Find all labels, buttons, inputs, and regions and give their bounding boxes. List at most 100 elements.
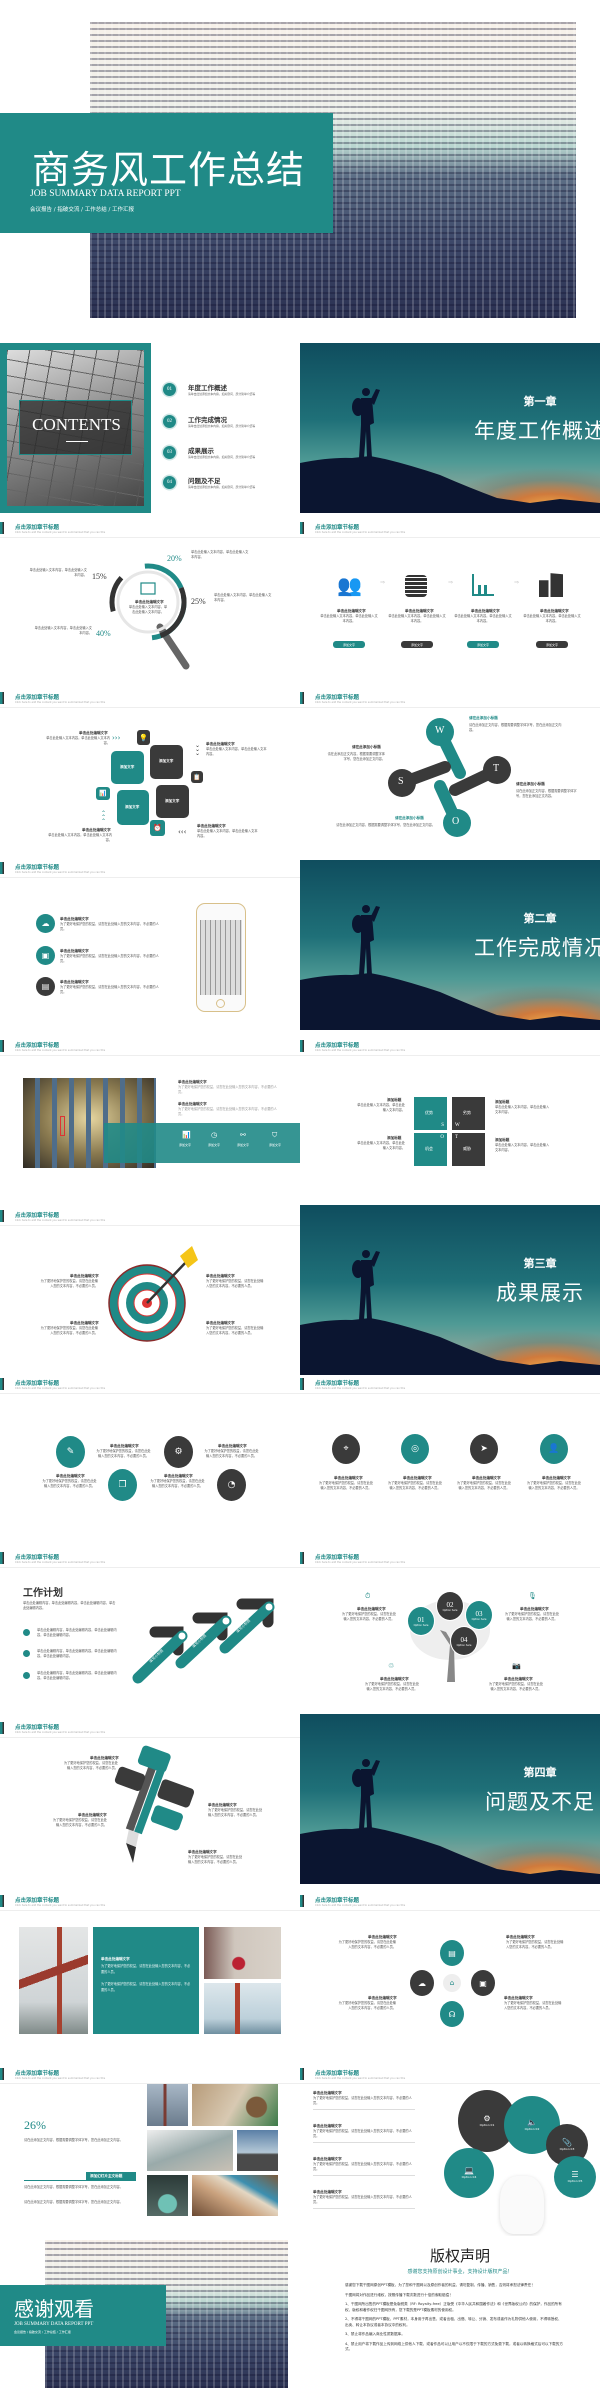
- header-subtitle: Click here to add the content you want t…: [15, 871, 106, 874]
- add-text-button[interactable]: 添加文字: [467, 641, 499, 648]
- divider: [313, 2175, 415, 2176]
- text-block: 单击此处输入文本内容，单击此处输入文本内容。: [206, 747, 267, 756]
- chapter-number: 第三章: [523, 1257, 557, 1270]
- gallery-photo: [192, 2175, 278, 2216]
- contents-box: CONTENTS: [19, 400, 132, 455]
- bubble-label: Option 03: [559, 2147, 575, 2151]
- text-block: 为了更好地保护您的权益，请您在此处输入您的文本内容，不必要的人员。: [313, 2162, 412, 2171]
- text-block: 单击此处输入文本内容，单击此处输入文本内容。: [29, 568, 87, 577]
- toc-item-label[interactable]: 成果展示: [188, 445, 214, 455]
- slide-pencil: 点击添加章节标题 Click here to add the content yo…: [0, 1720, 300, 1890]
- compass-icon: ⌖: [332, 1434, 360, 1464]
- contents-heading: CONTENTS: [32, 415, 121, 434]
- add-text-button[interactable]: 添加文字: [536, 641, 568, 648]
- header-title: 点击添加章节标题: [315, 1043, 360, 1049]
- text-block: 单击此处输入文本内容，单击此处输入文本内容。: [46, 736, 110, 745]
- bridge-tower-photo: [204, 1983, 281, 2034]
- headset-icon: ☊: [440, 2001, 464, 2027]
- copyright-paragraph: 感谢您下载千图网原创PPT模板，为了您和千图网以及原创作者的利益，请勿复制、传播…: [345, 2283, 535, 2287]
- gallery-text: 请在此添加正文内容，根据需要调整字体字号，您在此添加正文内容。: [24, 2138, 123, 2142]
- header-bar: [300, 2068, 304, 2080]
- text-block: 为了更好地保护您的权益，请您在此处输入您的文本内容，不必要的人员。: [313, 2096, 412, 2105]
- center-text: 单击此处输入文本内容，单击此处输入文本内容。: [128, 605, 168, 614]
- node-option: Option here: [413, 1623, 429, 1627]
- toc-item-label[interactable]: 年度工作概述: [188, 382, 227, 392]
- item-text: 为了更好地保护您的权益，请您在此处输入您的文本内容，不必要的人员。: [60, 954, 159, 963]
- hand-illustration: [500, 2176, 544, 2234]
- cell-letter: O: [440, 1135, 444, 1140]
- cell-label: 机会: [425, 1146, 433, 1151]
- document-icon: ▤: [36, 977, 55, 996]
- copyright-body: 感谢您下载千图网原创PPT模板，为了您和千图网以及原创作者的利益，请勿复制、传播…: [345, 2283, 565, 2357]
- slide-header: 点击添加章节标题 Click here to add the content yo…: [300, 1038, 600, 1056]
- toc-item-desc: 请单击此处添加文本内容，如关键词、部分简单介绍等: [188, 455, 256, 459]
- side-text: 单击此处输入文本内容，单击此处输入文本内容。: [495, 1105, 550, 1114]
- header-bar: [0, 692, 4, 704]
- gallery-text: 请在此添加正文内容，根据需要调整字体字号，您在此添加正文内容。: [24, 2185, 123, 2189]
- header-subtitle: Click here to add the content you want t…: [315, 1387, 406, 1390]
- node-number: 01: [417, 1615, 425, 1624]
- icon-label: 添加文字: [237, 1143, 250, 1147]
- add-text-button[interactable]: 添加文字: [333, 641, 365, 648]
- label-line: [24, 2180, 136, 2181]
- arrow-icon: ⇒: [380, 579, 386, 586]
- header-subtitle: Click here to add the content you want t…: [15, 2077, 106, 2080]
- slide-header: 点击添加章节标题 Click here to add the content yo…: [0, 690, 300, 708]
- copyright-subtitle: 感谢您支持原创设计事业，支持设计版权产品！: [407, 2269, 513, 2275]
- percent-15: 15%: [92, 572, 107, 581]
- header-bar: [0, 2068, 4, 2080]
- swot-cell: 机会 O: [414, 1133, 447, 1166]
- toc-item-label[interactable]: 工作完成情况: [188, 414, 227, 424]
- gallery-text: 请在此添加正文内容，根据需要调整字体字号，您在此添加正文内容。: [24, 2200, 123, 2204]
- cell-letter: W: [455, 1123, 460, 1128]
- icon-label: 添加文字: [208, 1143, 221, 1147]
- text-block: 为了更好地保护您的权益，请您在此处输入您的文本内容，不必要的人员。: [188, 1855, 243, 1864]
- header-bar: [0, 1378, 4, 1390]
- header-bar: [300, 1895, 304, 1907]
- text-block: 单击此处输入文本内容，单击此处输入文本内容。: [197, 829, 258, 838]
- add-text-button[interactable]: 添加文字: [401, 641, 433, 648]
- cell-label: 威胁: [463, 1146, 471, 1151]
- text-block: 为了更好地保护您的权益，请您在此处输入您的文本内容，不必要的人员。: [488, 1682, 544, 1691]
- slide-work-plan: 点击添加章节标题 Click here to add the content yo…: [0, 1550, 300, 1720]
- header-bar: [300, 1378, 304, 1390]
- camera-icon: ▣: [471, 1970, 495, 1996]
- toc-item-label[interactable]: 问题及不足: [188, 475, 221, 485]
- puzzle-square: 添加文字: [150, 745, 183, 779]
- chapter-title: 工作完成情况: [474, 936, 600, 960]
- header-bar: [0, 1895, 4, 1907]
- tree-node: 04 Option here: [450, 1626, 478, 1656]
- text-block: 为了更好地保护您的权益，请您在此处输入您的文本内容，不必要的人员。: [42, 1479, 97, 1488]
- slide-header: 点击添加章节标题 Click here to add the content yo…: [300, 1893, 600, 1911]
- text-block: 单击此处输入文本内容，单击此处输入文本内容。: [191, 550, 249, 559]
- slide-target: 点击添加章节标题 Click here to add the content yo…: [0, 1208, 300, 1378]
- red-door: [60, 1116, 65, 1136]
- percent-20: 20%: [167, 554, 182, 563]
- text-block: 为了更好地保护您的权益，请您在此处输入您的文本内容，不必要的人员。: [52, 1818, 107, 1827]
- chapter-title: 年度工作概述: [474, 419, 600, 443]
- header-title: 点击添加章节标题: [315, 2071, 360, 2077]
- header-subtitle: Click here to add the content you want t…: [315, 1904, 406, 1907]
- toc-number-badge: 03: [163, 446, 176, 459]
- copyright-paragraph: 4、禁止用户将下载作品上传到网络上供他人下载，或者作品可以让用户以不仅限于下载的…: [345, 2341, 563, 2352]
- luggage-icon: ▣: [36, 946, 55, 965]
- text-block: 为了更好地保护您的权益，请您在此处输入您的文本内容，不必要的人员。: [178, 1107, 277, 1116]
- chevrons-down-icon: ⌄ ⌄ ⌄: [195, 742, 201, 757]
- header-subtitle: Click here to add the content you want t…: [315, 531, 406, 534]
- puzzle-square: 添加文字: [117, 790, 149, 825]
- text-block: 为了更好地保护您的权益，请您在此处输入您的文本内容，不必要的人员。: [178, 1085, 277, 1094]
- header-title: 点击添加章节标题: [15, 1043, 60, 1049]
- percent-40: 40%: [96, 629, 111, 638]
- step-text: 单击此处输入文本内容，单击此处输入文本内容。: [523, 614, 581, 623]
- arrow-icon: ⇒: [448, 579, 454, 586]
- user-icon: 👤: [540, 1434, 568, 1464]
- copyright-paragraph: 1、千图网所出售的PPT模板是免版税类（RF: Royalty-free）正版受…: [345, 2302, 562, 2312]
- copyright-paragraph: 千图网将对作品进行维权，按照传播下载次数进行十倍的索取赔偿！: [345, 2292, 453, 2297]
- gallery-photo: [192, 2084, 278, 2126]
- toc-item-desc: 请单击此处添加文本内容，如关键词、部分简单介绍等: [188, 424, 256, 428]
- gallery-photo: [147, 2175, 188, 2216]
- cell-label: 劣势: [463, 1110, 471, 1115]
- text-block: 为了更好地保护您的权益，请您在此处输入您的文本内容，不必要的人员。: [150, 1479, 205, 1488]
- card-title: 单击此处编辑文字: [101, 1957, 130, 1961]
- swot-text: 请在此添加正文内容，根据需要调整字体字号，您在此添加正文内容。: [516, 789, 577, 798]
